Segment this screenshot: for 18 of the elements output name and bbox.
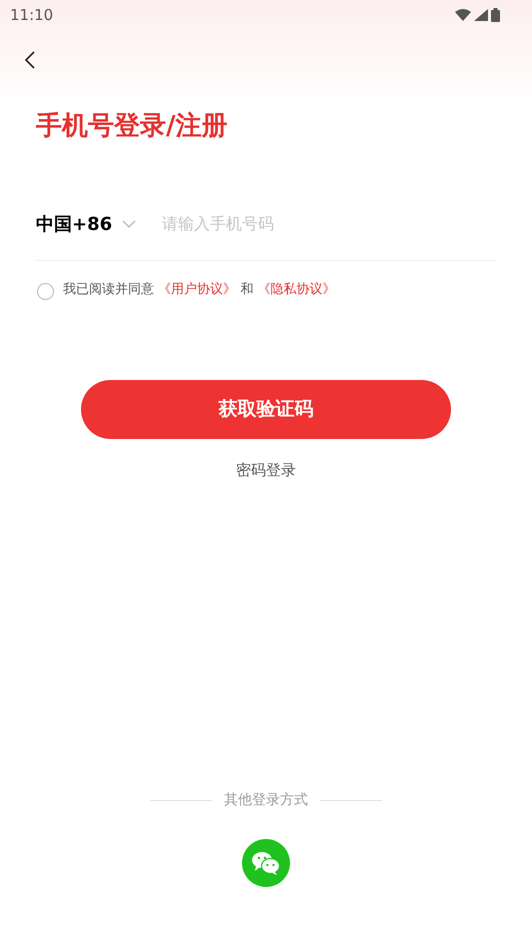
signal-icon xyxy=(474,9,488,21)
other-login-label: 其他登录方式 xyxy=(224,791,308,810)
battery-icon xyxy=(491,8,500,22)
agreement-checkbox[interactable] xyxy=(37,283,54,300)
phone-input-field[interactable]: 请输入手机号码 xyxy=(162,212,496,236)
password-login-link[interactable]: 密码登录 xyxy=(236,459,296,482)
agreement-text: 我已阅读并同意 《用户协议》 和 《隐私协议》 xyxy=(63,280,336,299)
country-code-selector[interactable]: 中国+86 xyxy=(36,210,136,238)
get-code-button[interactable]: 获取验证码 xyxy=(81,380,451,439)
user-agreement-link[interactable]: 《用户协议》 xyxy=(158,282,236,297)
page-title: 手机号登录/注册 xyxy=(36,110,228,143)
wifi-icon xyxy=(455,9,471,21)
privacy-agreement-link[interactable]: 《隐私协议》 xyxy=(257,282,336,297)
back-icon xyxy=(24,50,36,70)
chat-bubbles-icon xyxy=(251,850,281,876)
chevron-down-icon xyxy=(122,220,136,228)
status-time: 11:10 xyxy=(10,4,54,26)
wechat-login-button[interactable] xyxy=(242,839,290,887)
